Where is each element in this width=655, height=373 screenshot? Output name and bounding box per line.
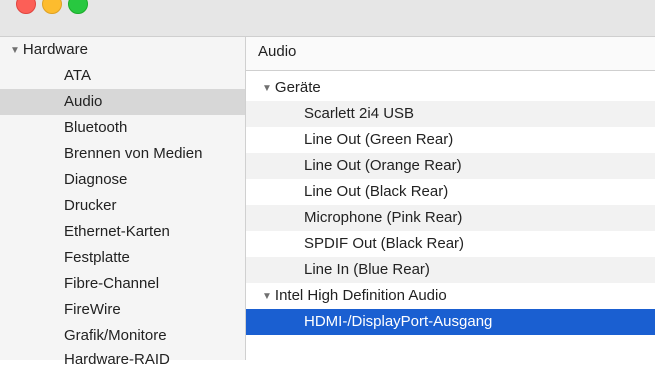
- sidebar-item-label: Audio: [64, 93, 103, 110]
- sidebar-item-drucker[interactable]: Drucker: [0, 193, 245, 219]
- sidebar-item-label: FireWire: [64, 301, 121, 318]
- device-row-selected[interactable]: HDMI-/DisplayPort-Ausgang: [246, 309, 655, 335]
- device-group-intel-hda[interactable]: ▼ Intel High Definition Audio: [246, 283, 655, 309]
- sidebar-item-diagnose[interactable]: Diagnose: [0, 167, 245, 193]
- device-name: Microphone (Pink Rear): [304, 209, 463, 226]
- device-row[interactable]: Line In (Blue Rear): [246, 257, 655, 283]
- device-row[interactable]: Line Out (Orange Rear): [246, 153, 655, 179]
- sidebar-section-hardware[interactable]: ▼ Hardware: [0, 37, 245, 63]
- sidebar-item-label: Ethernet-Karten: [64, 223, 170, 240]
- empty-row: [246, 335, 655, 361]
- disclosure-triangle-icon[interactable]: ▼: [10, 38, 20, 64]
- page-title: Audio: [258, 43, 297, 60]
- close-window-button[interactable]: [16, 0, 36, 14]
- device-name: Scarlett 2i4 USB: [304, 105, 415, 122]
- device-row[interactable]: Line Out (Green Rear): [246, 127, 655, 153]
- window-titlebar: [0, 0, 655, 37]
- zoom-window-button[interactable]: [68, 0, 88, 14]
- device-name: Line In (Blue Rear): [304, 261, 430, 278]
- sidebar-item-label: Grafik/Monitore: [64, 327, 167, 344]
- device-name: SPDIF Out (Black Rear): [304, 235, 465, 252]
- sidebar-item-label: ATA: [64, 67, 91, 84]
- device-group-geraete[interactable]: ▼ Geräte: [246, 75, 655, 101]
- device-row[interactable]: Microphone (Pink Rear): [246, 205, 655, 231]
- sidebar-section-label: Hardware: [22, 41, 88, 58]
- sidebar-item-bluetooth[interactable]: Bluetooth: [0, 115, 245, 141]
- sidebar-item-label: Diagnose: [64, 171, 128, 188]
- sidebar-item-label: Bluetooth: [64, 119, 128, 136]
- sidebar-item-label: Brennen von Medien: [64, 145, 203, 162]
- sidebar-item-label: Drucker: [64, 197, 117, 214]
- device-row[interactable]: SPDIF Out (Black Rear): [246, 231, 655, 257]
- sidebar-item-grafik-monitore[interactable]: Grafik/Monitore: [0, 323, 245, 349]
- sidebar: ▼ Hardware ATA Audio Bluetooth Brennen vo…: [0, 37, 246, 368]
- device-group-label: Geräte: [274, 79, 321, 96]
- device-name: Line Out (Orange Rear): [304, 157, 462, 174]
- sidebar-item-brennen-von-medien[interactable]: Brennen von Medien: [0, 141, 245, 167]
- device-row[interactable]: Line Out (Black Rear): [246, 179, 655, 205]
- minimize-window-button[interactable]: [42, 0, 62, 14]
- sidebar-item-firewire[interactable]: FireWire: [0, 297, 245, 323]
- device-group-label: Intel High Definition Audio: [274, 287, 447, 304]
- detail-pane: Audio ▼ Geräte Scarlett 2i4 USB Line Out …: [246, 37, 655, 360]
- sidebar-item-label: Fibre-Channel: [64, 275, 160, 292]
- device-name: Line Out (Black Rear): [304, 183, 449, 200]
- sidebar-item-hardware-raid[interactable]: Hardware-RAID: [0, 347, 245, 373]
- device-name: Line Out (Green Rear): [304, 131, 454, 148]
- disclosure-triangle-icon[interactable]: ▼: [262, 284, 272, 310]
- detail-header: Audio: [246, 37, 655, 71]
- disclosure-triangle-icon[interactable]: ▼: [262, 76, 272, 102]
- sidebar-item-festplatte[interactable]: Festplatte: [0, 245, 245, 271]
- sidebar-item-fibre-channel[interactable]: Fibre-Channel: [0, 271, 245, 297]
- sidebar-item-ata[interactable]: ATA: [0, 63, 245, 89]
- device-row[interactable]: Scarlett 2i4 USB: [246, 101, 655, 127]
- sidebar-item-label: Festplatte: [64, 249, 130, 266]
- device-name: HDMI-/DisplayPort-Ausgang: [304, 313, 493, 330]
- sidebar-item-audio[interactable]: Audio: [0, 89, 245, 115]
- sidebar-item-ethernet-karten[interactable]: Ethernet-Karten: [0, 219, 245, 245]
